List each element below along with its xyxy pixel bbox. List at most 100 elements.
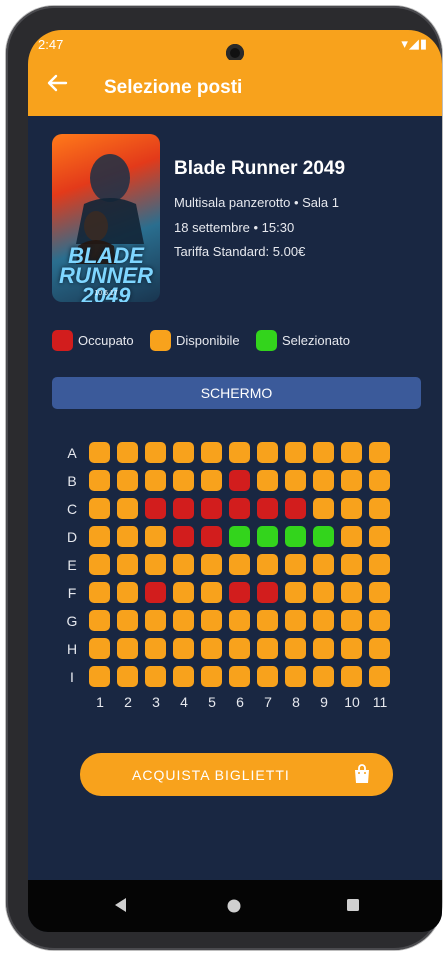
seat-E3[interactable] (145, 554, 166, 575)
seat-I11[interactable] (369, 666, 390, 687)
seat-E1[interactable] (89, 554, 110, 575)
seat-B9[interactable] (313, 470, 334, 491)
seat-H5[interactable] (201, 638, 222, 659)
seat-C11[interactable] (369, 498, 390, 519)
seat-G2[interactable] (117, 610, 138, 631)
seat-G8[interactable] (285, 610, 306, 631)
seat-H6[interactable] (229, 638, 250, 659)
seat-E5[interactable] (201, 554, 222, 575)
seat-E8[interactable] (285, 554, 306, 575)
seat-I10[interactable] (341, 666, 362, 687)
seat-F2[interactable] (117, 582, 138, 603)
seat-D5[interactable] (201, 526, 222, 547)
seat-I5[interactable] (201, 666, 222, 687)
seat-B5[interactable] (201, 470, 222, 491)
seat-F6[interactable] (229, 582, 250, 603)
seat-B1[interactable] (89, 470, 110, 491)
seat-G10[interactable] (341, 610, 362, 631)
seat-D3[interactable] (145, 526, 166, 547)
seat-I8[interactable] (285, 666, 306, 687)
nav-home-icon[interactable] (226, 898, 242, 919)
seat-E10[interactable] (341, 554, 362, 575)
seat-C8[interactable] (285, 498, 306, 519)
seat-D4[interactable] (173, 526, 194, 547)
seat-C1[interactable] (89, 498, 110, 519)
seat-B2[interactable] (117, 470, 138, 491)
seat-C6[interactable] (229, 498, 250, 519)
seat-A8[interactable] (285, 442, 306, 463)
seat-B7[interactable] (257, 470, 278, 491)
seat-H10[interactable] (341, 638, 362, 659)
seat-F3[interactable] (145, 582, 166, 603)
seat-B6[interactable] (229, 470, 250, 491)
seat-C2[interactable] (117, 498, 138, 519)
seat-E4[interactable] (173, 554, 194, 575)
seat-A7[interactable] (257, 442, 278, 463)
seat-A4[interactable] (173, 442, 194, 463)
seat-I3[interactable] (145, 666, 166, 687)
seat-A6[interactable] (229, 442, 250, 463)
seat-H3[interactable] (145, 638, 166, 659)
seat-B10[interactable] (341, 470, 362, 491)
seat-I2[interactable] (117, 666, 138, 687)
seat-E2[interactable] (117, 554, 138, 575)
seat-F5[interactable] (201, 582, 222, 603)
seat-A10[interactable] (341, 442, 362, 463)
seat-I4[interactable] (173, 666, 194, 687)
seat-I9[interactable] (313, 666, 334, 687)
seat-F9[interactable] (313, 582, 334, 603)
seat-E11[interactable] (369, 554, 390, 575)
nav-recents-icon[interactable] (346, 898, 360, 917)
seat-D7[interactable] (257, 526, 278, 547)
seat-B8[interactable] (285, 470, 306, 491)
seat-C10[interactable] (341, 498, 362, 519)
seat-A9[interactable] (313, 442, 334, 463)
seat-D2[interactable] (117, 526, 138, 547)
seat-B11[interactable] (369, 470, 390, 491)
seat-G7[interactable] (257, 610, 278, 631)
seat-A2[interactable] (117, 442, 138, 463)
seat-D6[interactable] (229, 526, 250, 547)
seat-A5[interactable] (201, 442, 222, 463)
seat-B3[interactable] (145, 470, 166, 491)
seat-G3[interactable] (145, 610, 166, 631)
seat-A1[interactable] (89, 442, 110, 463)
seat-F10[interactable] (341, 582, 362, 603)
seat-F4[interactable] (173, 582, 194, 603)
seat-H1[interactable] (89, 638, 110, 659)
seat-F11[interactable] (369, 582, 390, 603)
seat-G5[interactable] (201, 610, 222, 631)
seat-E7[interactable] (257, 554, 278, 575)
seat-B4[interactable] (173, 470, 194, 491)
seat-H4[interactable] (173, 638, 194, 659)
seat-H9[interactable] (313, 638, 334, 659)
seat-F8[interactable] (285, 582, 306, 603)
seat-D8[interactable] (285, 526, 306, 547)
seat-I7[interactable] (257, 666, 278, 687)
seat-G4[interactable] (173, 610, 194, 631)
seat-F7[interactable] (257, 582, 278, 603)
seat-C4[interactable] (173, 498, 194, 519)
seat-G6[interactable] (229, 610, 250, 631)
seat-C7[interactable] (257, 498, 278, 519)
seat-G9[interactable] (313, 610, 334, 631)
seat-H11[interactable] (369, 638, 390, 659)
seat-E9[interactable] (313, 554, 334, 575)
seat-A3[interactable] (145, 442, 166, 463)
seat-C5[interactable] (201, 498, 222, 519)
buy-tickets-button[interactable]: ACQUISTA BIGLIETTI (80, 753, 393, 796)
seat-H2[interactable] (117, 638, 138, 659)
seat-D1[interactable] (89, 526, 110, 547)
nav-back-icon[interactable] (112, 896, 128, 919)
seat-D10[interactable] (341, 526, 362, 547)
seat-E6[interactable] (229, 554, 250, 575)
seat-F1[interactable] (89, 582, 110, 603)
seat-D11[interactable] (369, 526, 390, 547)
seat-C9[interactable] (313, 498, 334, 519)
seat-H8[interactable] (285, 638, 306, 659)
seat-I1[interactable] (89, 666, 110, 687)
seat-C3[interactable] (145, 498, 166, 519)
arrow-left-icon[interactable] (46, 72, 68, 100)
seat-A11[interactable] (369, 442, 390, 463)
seat-G11[interactable] (369, 610, 390, 631)
